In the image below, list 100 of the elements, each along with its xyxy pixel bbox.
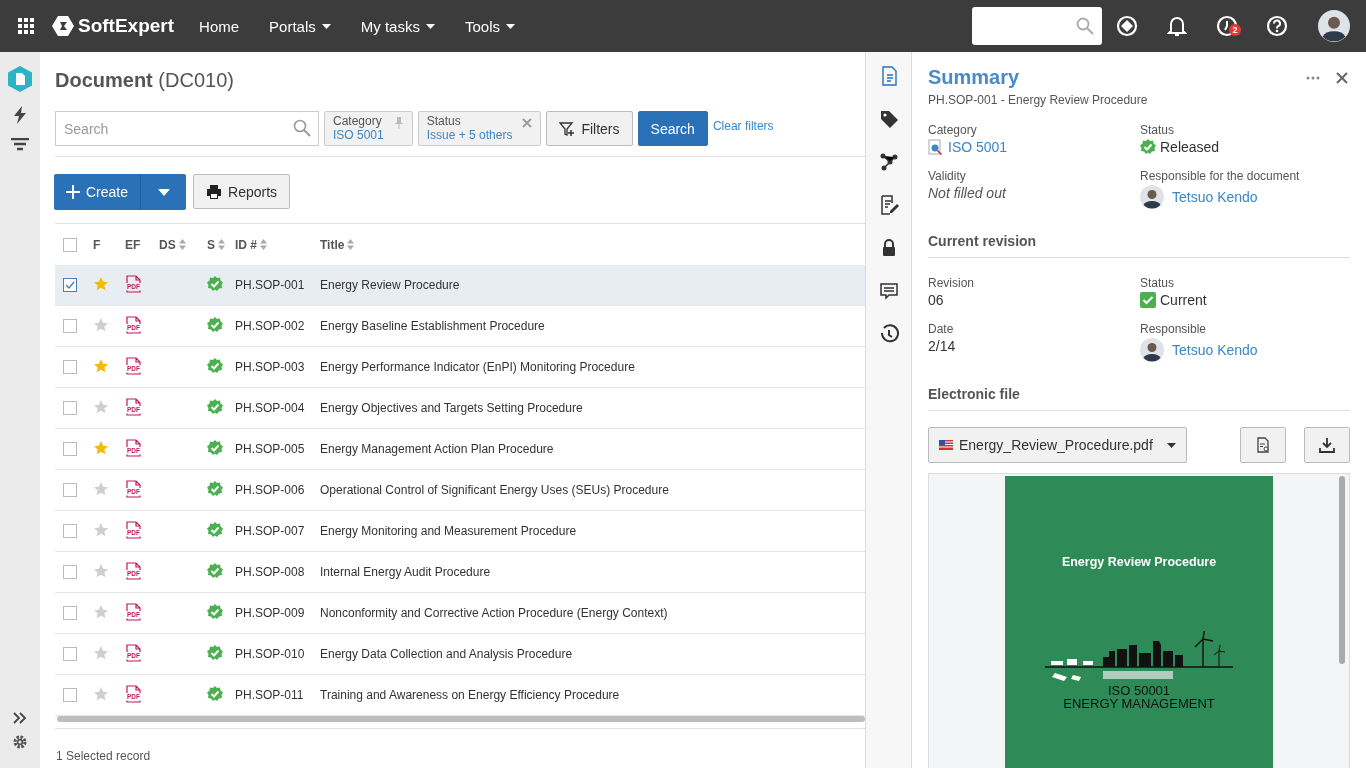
section-heading: Electronic file [928, 386, 1350, 411]
sort-icon[interactable] [347, 239, 355, 250]
section-heading: Current revision [928, 233, 1350, 258]
column-header[interactable]: DS [159, 237, 176, 252]
row-checkbox[interactable] [63, 647, 77, 661]
expand-icon[interactable] [13, 712, 27, 724]
notification-bell-icon[interactable] [1167, 15, 1187, 37]
star-icon[interactable] [93, 644, 109, 661]
table-cell: PH.SOP-007 [235, 524, 305, 538]
preview-title: Energy Review Procedure [1061, 555, 1217, 569]
verified-badge-icon [207, 685, 223, 702]
field-label: Validity [928, 169, 967, 183]
table-cell: Energy Review Procedure [320, 278, 460, 292]
filters-button[interactable]: Filters [546, 111, 633, 146]
view-file-button[interactable] [1240, 427, 1286, 463]
tag-tab-icon[interactable] [878, 109, 899, 129]
field-label: Category [928, 123, 978, 137]
nav-menu[interactable]: My tasks [345, 17, 450, 35]
table-cell: Energy Performance Indicator (EnPI) Monitoring Procedure [320, 360, 635, 374]
printer-icon [206, 183, 223, 200]
sort-icon[interactable] [178, 239, 186, 250]
row-checkbox[interactable] [63, 442, 77, 456]
file-dropdown[interactable]: Energy_Review_Procedure.pdf [928, 427, 1187, 463]
verified-badge-icon [207, 316, 223, 333]
column-header[interactable]: Title [320, 237, 345, 252]
create-button[interactable]: Create [54, 174, 141, 210]
history-tab-icon[interactable] [878, 324, 899, 344]
row-checkbox[interactable] [63, 524, 77, 538]
avatar-icon [1140, 338, 1164, 362]
column-header[interactable]: EF [125, 237, 141, 252]
row-checkbox[interactable] [63, 401, 77, 415]
table-cell: Energy Data Collection and Analysis Procedure [320, 647, 573, 661]
nav-menu[interactable]: Tools [449, 17, 530, 35]
edit-tab-icon[interactable] [878, 195, 899, 215]
close-icon[interactable] [522, 118, 533, 128]
category-link[interactable]: ISO 5001 [948, 139, 1008, 155]
horizontal-scrollbar[interactable] [57, 716, 865, 722]
person-link[interactable]: Tetsuo Kendo [1172, 342, 1258, 358]
filter-chip[interactable]: Category ISO 5001 [324, 111, 413, 146]
search-button[interactable]: Search [637, 111, 708, 146]
sort-icon[interactable] [260, 239, 267, 250]
avatar-icon [1140, 185, 1164, 209]
row-checkbox[interactable] [63, 360, 77, 374]
app-grid-icon[interactable] [18, 18, 34, 34]
help-icon[interactable] [1266, 15, 1288, 37]
pin-icon[interactable] [393, 117, 404, 129]
verified-badge-icon [207, 603, 223, 620]
download-button[interactable] [1304, 427, 1350, 463]
row-checkbox[interactable] [63, 688, 77, 702]
column-header[interactable]: F [93, 237, 101, 252]
table-cell: Energy Objectives and Targets Setting Procedure [320, 401, 583, 415]
table-cell: Nonconformity and Corrective Action Procedure (Energy Context) [320, 606, 668, 620]
nav-menu[interactable]: Home [184, 17, 255, 35]
nav-menu[interactable]: Portals [254, 17, 346, 35]
table-cell: PH.SOP-009 [235, 606, 305, 620]
create-dropdown-button[interactable] [140, 174, 187, 210]
table-cell: PH.SOP-006 [235, 483, 305, 497]
row-checkbox[interactable] [63, 565, 77, 579]
field-value: 2/14 [928, 338, 956, 354]
reports-button[interactable]: Reports [193, 174, 291, 209]
star-icon[interactable] [93, 603, 109, 620]
row-checkbox[interactable] [63, 319, 77, 333]
global-search-field[interactable] [972, 7, 1102, 45]
row-checkbox[interactable] [63, 483, 77, 497]
star-icon[interactable] [93, 275, 109, 292]
search-field[interactable]: Search [55, 111, 319, 146]
compass-icon[interactable] [1116, 15, 1138, 37]
settings-icon[interactable] [12, 734, 28, 750]
column-header[interactable]: S [207, 237, 215, 252]
select-all-checkbox[interactable] [63, 237, 77, 252]
row-checkbox[interactable] [63, 278, 77, 292]
table-cell: PH.SOP-008 [235, 565, 305, 579]
star-icon[interactable] [93, 685, 109, 702]
lightning-icon[interactable] [13, 106, 27, 124]
relations-tab-icon[interactable] [878, 152, 899, 172]
document-hexagon-icon[interactable] [8, 66, 32, 92]
star-icon[interactable] [93, 439, 109, 456]
star-icon[interactable] [93, 316, 109, 333]
search-icon [1076, 17, 1094, 35]
validity-value: Not filled out [928, 185, 1006, 201]
document-view-icon [1255, 437, 1271, 453]
row-checkbox[interactable] [63, 606, 77, 620]
clear-filters-link[interactable]: Clear filters [712, 119, 774, 133]
tasks-clock-icon[interactable] [1216, 15, 1238, 37]
star-icon[interactable] [93, 562, 109, 579]
vertical-scrollbar[interactable] [1339, 476, 1345, 664]
star-icon[interactable] [93, 480, 109, 497]
star-icon[interactable] [93, 521, 109, 538]
column-header[interactable]: ID # [235, 237, 257, 252]
sort-icon[interactable] [218, 239, 225, 250]
logo-icon [52, 16, 74, 36]
filter-chip[interactable]: Status Issue + 5 others [417, 111, 542, 146]
close-icon[interactable] [1336, 71, 1348, 84]
comments-tab-icon[interactable] [878, 281, 899, 301]
star-icon[interactable] [93, 398, 109, 415]
star-icon[interactable] [93, 357, 109, 374]
more-options-icon[interactable] [1306, 75, 1320, 80]
person-link[interactable]: Tetsuo Kendo [1172, 189, 1258, 205]
field-label: Date [928, 322, 955, 336]
filter-icon[interactable] [11, 138, 29, 152]
